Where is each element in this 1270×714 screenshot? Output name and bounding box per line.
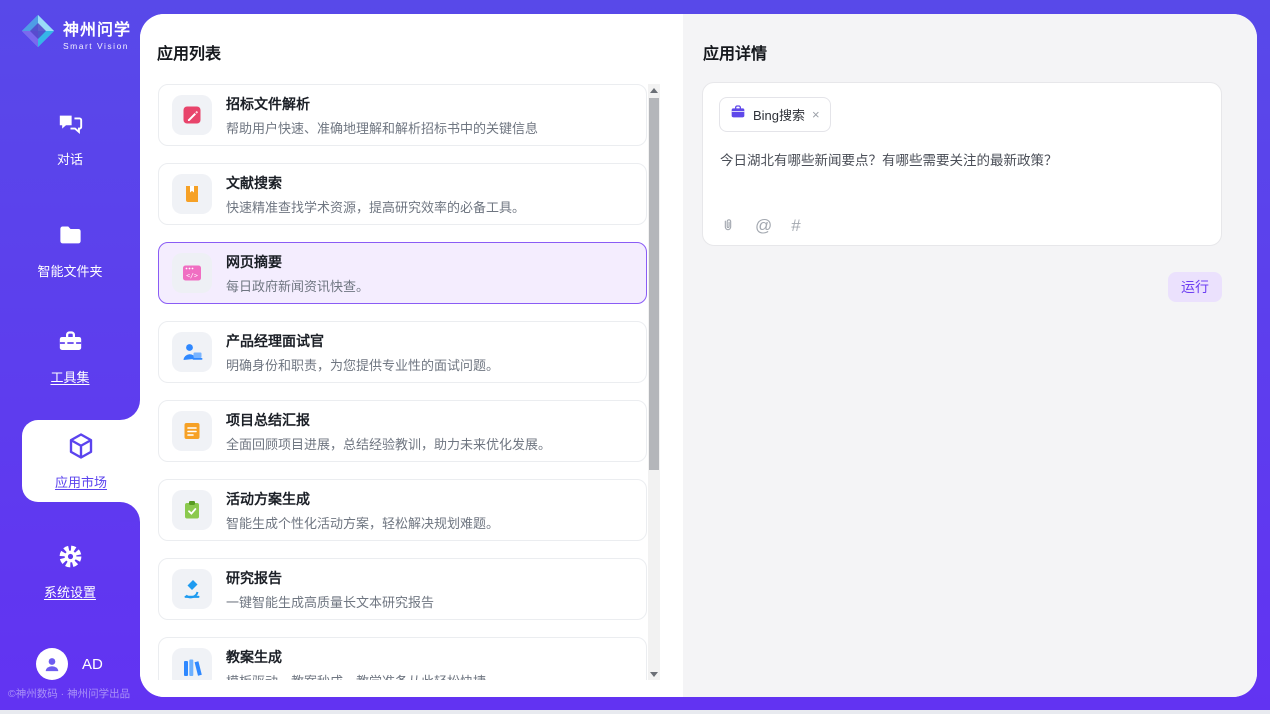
gem-logo-icon — [20, 13, 56, 54]
user-account[interactable]: AD — [36, 648, 103, 680]
scrollbar-up-button[interactable] — [648, 84, 660, 96]
edit-document-icon — [172, 95, 212, 135]
app-list-panel: 应用列表 招标文件解析 帮助用户快速、准确地理解和解析招标书中的关键信息 — [140, 14, 683, 697]
app-name: 研究报告 — [226, 568, 434, 588]
sidebar-item-label: 智能文件夹 — [37, 261, 102, 280]
topic-hash-icon[interactable]: # — [791, 217, 800, 234]
app-card-event-plan[interactable]: 活动方案生成 智能生成个性化活动方案，轻松解决规划难题。 — [158, 479, 647, 541]
app-card-tender-analysis[interactable]: 招标文件解析 帮助用户快速、准确地理解和解析招标书中的关键信息 — [158, 84, 647, 146]
scrollbar-down-button[interactable] — [648, 668, 660, 680]
app-description: 一键智能生成高质量长文本研究报告 — [226, 592, 434, 611]
app-card-research-report[interactable]: 研究报告 一键智能生成高质量长文本研究报告 — [158, 558, 647, 620]
tool-tag-bing-search[interactable]: Bing搜索 × — [719, 97, 831, 132]
toolbox-icon — [57, 328, 84, 360]
main-content: 应用列表 招标文件解析 帮助用户快速、准确地理解和解析招标书中的关键信息 — [140, 14, 1257, 697]
sidebar-item-label: 系统设置 — [44, 582, 96, 601]
app-card-project-summary[interactable]: 项目总结汇报 全面回顾项目进展，总结经验教训，助力未来优化发展。 — [158, 400, 647, 462]
copyright-text: ©神州数码 · 神州问学出品 — [8, 686, 130, 701]
brand-logo: 神州问学 Smart Vision — [20, 13, 131, 54]
app-description: 智能生成个性化活动方案，轻松解决规划难题。 — [226, 513, 499, 532]
app-card-web-summary[interactable]: </> 网页摘要 每日政府新闻资讯快查。 — [158, 242, 647, 304]
attach-paperclip-icon[interactable] — [720, 217, 736, 234]
tab-curve-bottom — [120, 502, 140, 522]
app-description: 模板驱动，教案秒成，教学准备从此轻松快捷 — [226, 671, 486, 681]
sidebar-item-label: 对话 — [57, 149, 83, 168]
scrollbar-thumb[interactable] — [649, 98, 659, 470]
prompt-input[interactable]: 今日湖北有哪些新闻要点？有哪些需要关注的最新政策？ — [720, 149, 1205, 169]
sidebar: 神州问学 Smart Vision 对话 智能文件夹 — [0, 0, 140, 710]
prompt-card: Bing搜索 × 今日湖北有哪些新闻要点？有哪些需要关注的最新政策？ @ # — [702, 82, 1222, 246]
app-name: 产品经理面试官 — [226, 331, 499, 351]
user-name: AD — [82, 656, 103, 673]
sidebar-item-toolkit[interactable]: 工具集 — [0, 328, 140, 386]
app-card-literature-search[interactable]: 文献搜索 快速精准查找学术资源，提高研究效率的必备工具。 — [158, 163, 647, 225]
sidebar-item-label: 工具集 — [50, 367, 89, 386]
app-name: 教案生成 — [226, 647, 486, 667]
tool-tag-close-icon[interactable]: × — [812, 108, 820, 121]
sidebar-item-app-market[interactable]: 应用市场 — [22, 420, 140, 502]
app-description: 每日政府新闻资讯快查。 — [226, 276, 369, 295]
interviewer-icon — [172, 332, 212, 372]
app-card-pm-interviewer[interactable]: 产品经理面试官 明确身份和职责，为您提供专业性的面试问题。 — [158, 321, 647, 383]
briefcase-icon — [730, 104, 746, 125]
app-list-title: 应用列表 — [157, 40, 221, 64]
app-name: 网页摘要 — [226, 252, 369, 272]
sidebar-item-label: 应用市场 — [55, 472, 107, 491]
clipboard-check-icon — [172, 490, 212, 530]
tab-curve-top — [120, 400, 140, 420]
books-icon — [172, 648, 212, 680]
app-card-list: 招标文件解析 帮助用户快速、准确地理解和解析招标书中的关键信息 文献搜索 快速精… — [158, 84, 647, 680]
sidebar-item-chat[interactable]: 对话 — [0, 110, 140, 168]
run-button[interactable]: 运行 — [1168, 272, 1222, 302]
sidebar-item-settings[interactable]: 系统设置 — [0, 543, 140, 601]
folder-icon — [57, 222, 84, 254]
tool-tag-label: Bing搜索 — [753, 105, 805, 124]
gear-icon — [57, 543, 84, 575]
brand-subtitle: Smart Vision — [63, 41, 131, 51]
app-name: 活动方案生成 — [226, 489, 499, 509]
app-detail-title: 应用详情 — [703, 40, 767, 64]
user-avatar-icon — [36, 648, 68, 680]
memo-icon — [172, 411, 212, 451]
app-name: 招标文件解析 — [226, 94, 538, 114]
microscope-icon — [172, 569, 212, 609]
app-description: 明确身份和职责，为您提供专业性的面试问题。 — [226, 355, 499, 374]
app-name: 项目总结汇报 — [226, 410, 551, 430]
brand-name: 神州问学 — [63, 16, 131, 40]
mention-at-icon[interactable]: @ — [755, 217, 772, 234]
browser-code-icon: </> — [172, 253, 212, 293]
cube-icon — [66, 431, 96, 466]
app-name: 文献搜索 — [226, 173, 525, 193]
sidebar-item-smart-folders[interactable]: 智能文件夹 — [0, 222, 140, 280]
app-description: 全面回顾项目进展，总结经验教训，助力未来优化发展。 — [226, 434, 551, 453]
app-list-scrollbar[interactable] — [648, 84, 660, 680]
svg-text:</>: </> — [186, 272, 198, 280]
app-description: 快速精准查找学术资源，提高研究效率的必备工具。 — [226, 197, 525, 216]
app-detail-panel: 应用详情 Bing搜索 × 今日湖北有哪些新闻要点？有哪些需要关注的最新政策？ — [683, 14, 1257, 697]
app-card-lesson-plan[interactable]: 教案生成 模板驱动，教案秒成，教学准备从此轻松快捷 — [158, 637, 647, 680]
chat-icon — [57, 110, 84, 142]
book-icon — [172, 174, 212, 214]
app-description: 帮助用户快速、准确地理解和解析招标书中的关键信息 — [226, 118, 538, 137]
